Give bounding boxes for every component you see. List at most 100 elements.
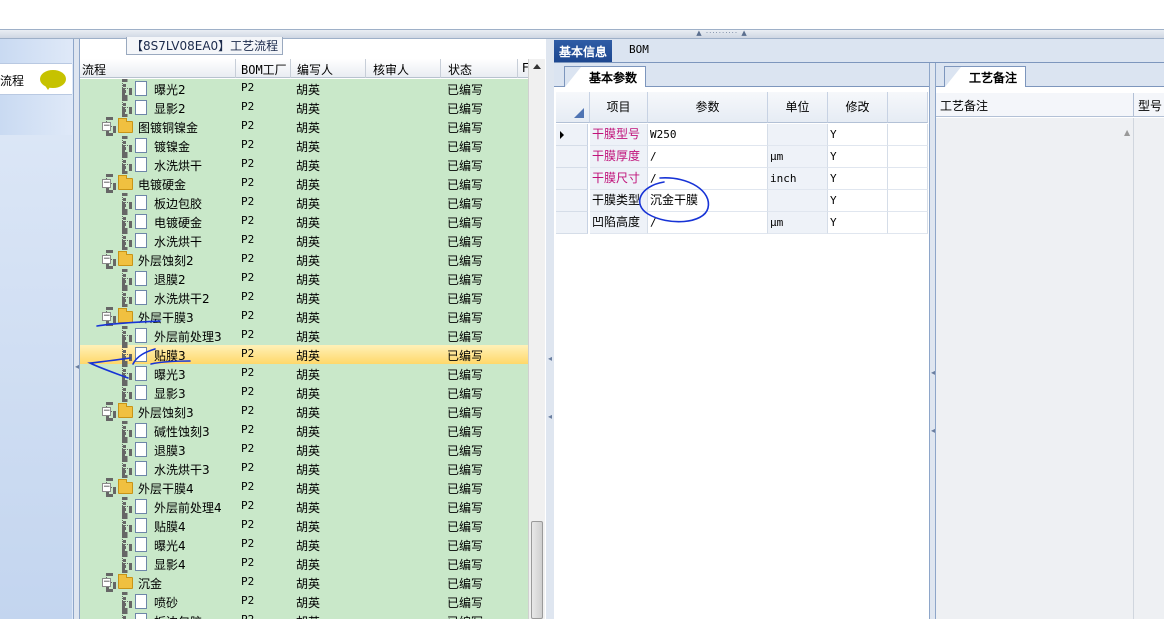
grid-header-param[interactable]: 参数	[648, 92, 768, 123]
tree-row[interactable]: 水洗烘干 P2 胡英 已编写	[80, 155, 528, 174]
tree-row[interactable]: 显影2 P2 胡英 已编写	[80, 98, 528, 117]
tree-row-selected[interactable]: 贴膜3 P2 胡英 已编写	[80, 345, 528, 364]
grid-row-header[interactable]	[556, 168, 588, 190]
tree-row[interactable]: − 外层干膜3 P2 胡英 已编写	[80, 307, 528, 326]
collapse-toggle-icon[interactable]: −	[102, 407, 111, 416]
grid-cell-modify[interactable]: Y	[828, 146, 888, 168]
tree-row[interactable]: 水洗烘干2 P2 胡英 已编写	[80, 288, 528, 307]
tree-cell-name: 板边包胶	[154, 197, 203, 211]
splitter-arrow-icon[interactable]: ◂	[75, 363, 79, 371]
middle-splitter[interactable]: ◂ ◂	[546, 39, 554, 619]
splitter-arrow-icon[interactable]: ◂	[931, 369, 935, 377]
tree-row[interactable]: 曝光4 P2 胡英 已编写	[80, 535, 528, 554]
collapse-toggle-icon[interactable]: −	[102, 483, 111, 492]
tree-row[interactable]: − 图镀铜镍金 P2 胡英 已编写	[80, 117, 528, 136]
tab-basic-info[interactable]: 基本信息	[554, 40, 613, 62]
grid-corner[interactable]	[556, 92, 590, 123]
note-body[interactable]: ▲	[936, 118, 1164, 619]
grid-cell-modify[interactable]: Y	[828, 168, 888, 190]
grid-row-header[interactable]	[556, 124, 588, 146]
grid-header-item[interactable]: 项目	[590, 92, 648, 123]
tree-row[interactable]: 板边包胶 P2 胡英 已编写	[80, 611, 528, 619]
col-header-bom-factory[interactable]: BOM工厂	[241, 61, 291, 76]
grid-cell-item[interactable]: 干膜尺寸	[590, 168, 648, 190]
tree-row[interactable]: 退膜2 P2 胡英 已编写	[80, 269, 528, 288]
tree-row[interactable]: 板边包胶 P2 胡英 已编写	[80, 193, 528, 212]
grid-cell-modify[interactable]: Y	[828, 190, 888, 212]
grid-cell-modify[interactable]: Y	[828, 212, 888, 234]
collapse-toggle-icon[interactable]: −	[102, 578, 111, 587]
grid-cell-item[interactable]: 干膜类型	[590, 190, 648, 212]
grid-cell-modify[interactable]: Y	[828, 124, 888, 146]
tab-bom[interactable]: BOM	[624, 40, 654, 62]
grid-cell-param[interactable]: /	[648, 212, 768, 234]
splitter-arrow-icon[interactable]: ◂	[548, 413, 552, 421]
grid-cell-blank[interactable]	[888, 212, 928, 234]
tree-row[interactable]: 水洗烘干 P2 胡英 已编写	[80, 231, 528, 250]
tree-row[interactable]: 外层前处理4 P2 胡英 已编写	[80, 497, 528, 516]
grid-row-header[interactable]	[556, 146, 588, 168]
scroll-up-arrow-icon[interactable]	[533, 64, 541, 69]
col-header-process[interactable]: 流程	[82, 61, 232, 76]
tree-row[interactable]: − 电镀硬金 P2 胡英 已编写	[80, 174, 528, 193]
tree-row[interactable]: 外层前处理3 P2 胡英 已编写	[80, 326, 528, 345]
col-header-author[interactable]: 编写人	[297, 61, 357, 76]
grid-cell-blank[interactable]	[888, 146, 928, 168]
collapse-toggle-icon[interactable]: −	[102, 255, 111, 264]
collapse-toggle-icon[interactable]: −	[102, 312, 111, 321]
grid-cell-param[interactable]: W250	[648, 124, 768, 146]
grid-cell-param[interactable]: /	[648, 146, 768, 168]
tree-row[interactable]: 显影4 P2 胡英 已编写	[80, 554, 528, 573]
nav-item-process[interactable]: 流程	[0, 63, 72, 95]
tree-row[interactable]: 曝光3 P2 胡英 已编写	[80, 364, 528, 383]
grid-cell-item[interactable]: 凹陷高度	[590, 212, 648, 234]
grid-header-modify[interactable]: 修改	[828, 92, 888, 123]
grid-cell-item[interactable]: 干膜厚度	[590, 146, 648, 168]
tree-row[interactable]: 碱性蚀刻3 P2 胡英 已编写	[80, 421, 528, 440]
tree-row[interactable]: 贴膜4 P2 胡英 已编写	[80, 516, 528, 535]
grid-cell-unit[interactable]	[768, 124, 828, 146]
tree-row[interactable]: 曝光2 P2 胡英 已编写	[80, 79, 528, 98]
tree-row[interactable]: − 外层蚀刻3 P2 胡英 已编写	[80, 402, 528, 421]
grid-cell-param[interactable]: 沉金干膜	[648, 190, 768, 212]
tree-row[interactable]: 镀镍金 P2 胡英 已编写	[80, 136, 528, 155]
col-header-status[interactable]: 状态	[448, 61, 508, 76]
tree-row[interactable]: − 沉金 P2 胡英 已编写	[80, 573, 528, 592]
splitter-arrow-icon[interactable]: ◂	[931, 427, 935, 435]
scroll-thumb[interactable]	[531, 521, 543, 619]
tree-cell-factory: P2	[241, 594, 255, 607]
chat-bubble-icon[interactable]	[40, 70, 66, 90]
tree-scrollbar[interactable]	[528, 59, 545, 619]
grid-row-header[interactable]	[556, 212, 588, 234]
grid-cell-item[interactable]: 干膜型号	[590, 124, 648, 146]
grid-cell-unit[interactable]: μm	[768, 212, 828, 234]
tree-row[interactable]: − 外层蚀刻2 P2 胡英 已编写	[80, 250, 528, 269]
tree-cell-author: 胡英	[296, 444, 321, 458]
grid-cell-blank[interactable]	[888, 124, 928, 146]
tree-row[interactable]: 电镀硬金 P2 胡英 已编写	[80, 212, 528, 231]
tree-row[interactable]: 退膜3 P2 胡英 已编写	[80, 440, 528, 459]
grid-row-header[interactable]	[556, 190, 588, 212]
grid-cell-unit[interactable]: inch	[768, 168, 828, 190]
note-col-process-note[interactable]: 工艺备注	[940, 97, 988, 114]
collapse-toggle-icon[interactable]: −	[102, 179, 111, 188]
grid-cell-param[interactable]: /	[648, 168, 768, 190]
collapse-toggle-icon[interactable]: −	[102, 122, 111, 131]
tree-row[interactable]: 显影3 P2 胡英 已编写	[80, 383, 528, 402]
tree-row[interactable]: − 外层干膜4 P2 胡英 已编写	[80, 478, 528, 497]
subtab-process-note[interactable]: 工艺备注	[944, 66, 1027, 87]
tree-row[interactable]: 喷砂 P2 胡英 已编写	[80, 592, 528, 611]
col-header-reviewer[interactable]: 核审人	[373, 61, 433, 76]
note-col-model[interactable]: 型号	[1138, 97, 1162, 114]
grid-cell-blank[interactable]	[888, 168, 928, 190]
grid-cell-unit[interactable]	[768, 190, 828, 212]
collapse-grip-icon[interactable]: ▲ ·········· ▲	[690, 30, 754, 37]
subtab-basic-params[interactable]: 基本参数	[564, 66, 647, 87]
grid-cell-unit[interactable]: μm	[768, 146, 828, 168]
grid-header-unit[interactable]: 单位	[768, 92, 828, 123]
splitter-arrow-icon[interactable]: ◂	[548, 355, 552, 363]
note-scroll-up-icon[interactable]: ▲	[1124, 128, 1130, 137]
tree-row[interactable]: 水洗烘干3 P2 胡英 已编写	[80, 459, 528, 478]
tree-cell-factory: P2	[241, 309, 255, 322]
grid-cell-blank[interactable]	[888, 190, 928, 212]
